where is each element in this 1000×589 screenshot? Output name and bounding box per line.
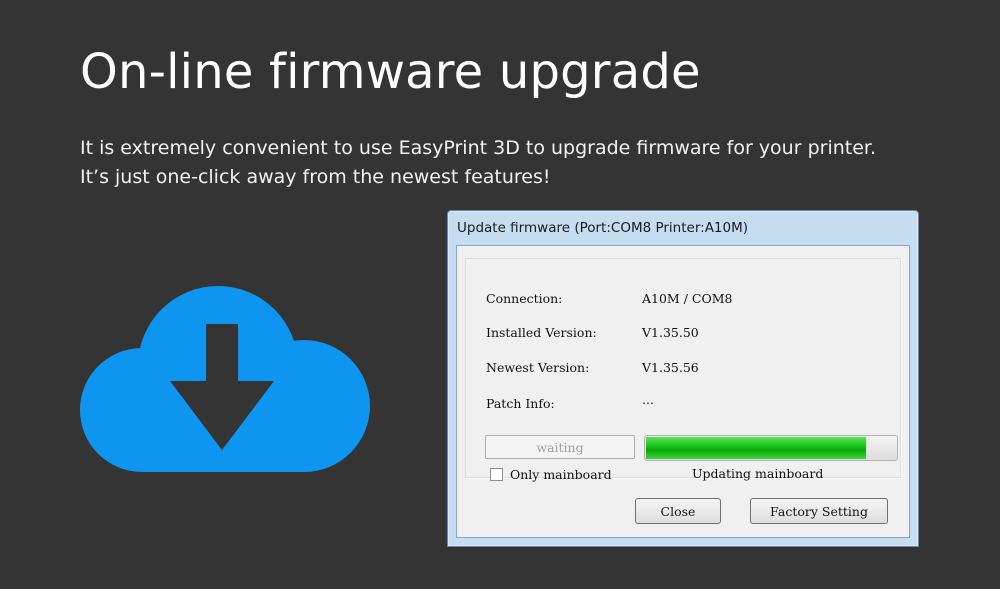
progress-fill (646, 437, 866, 459)
only-mainboard-label: Only mainboard (510, 467, 612, 482)
newest-version-value: V1.35.56 (642, 360, 699, 375)
connection-label: Connection: (486, 291, 563, 306)
update-firmware-dialog: Update firmware (Port:COM8 Printer:A10M)… (447, 210, 919, 547)
cloud-download-icon (80, 286, 370, 472)
update-progress-bar (644, 435, 898, 461)
dialog-body: Connection: A10M / COM8 Installed Versio… (456, 245, 910, 538)
installed-version-value: V1.35.50 (642, 325, 699, 340)
description-line-1: It is extremely convenient to use EasyPr… (80, 137, 877, 159)
only-mainboard-checkbox[interactable] (490, 468, 503, 481)
page-description: It is extremely convenient to use EasyPr… (80, 134, 876, 192)
patch-info-label: Patch Info: (486, 396, 555, 411)
factory-setting-button[interactable]: Factory Setting (750, 498, 888, 524)
patch-info-value: ... (642, 392, 654, 407)
waiting-button[interactable]: waiting (485, 435, 635, 459)
newest-version-label: Newest Version: (486, 360, 590, 375)
progress-status-text: Updating mainboard (692, 466, 824, 481)
close-button[interactable]: Close (635, 498, 721, 524)
dialog-titlebar[interactable]: Update firmware (Port:COM8 Printer:A10M) (448, 211, 918, 245)
dialog-title: Update firmware (Port:COM8 Printer:A10M) (457, 220, 749, 236)
page-title: On-line firmware upgrade (80, 44, 701, 100)
description-line-2: It’s just one-click away from the newest… (80, 166, 551, 188)
firmware-info-group: Connection: A10M / COM8 Installed Versio… (465, 258, 901, 482)
connection-value: A10M / COM8 (642, 291, 733, 306)
installed-version-label: Installed Version: (486, 325, 597, 340)
